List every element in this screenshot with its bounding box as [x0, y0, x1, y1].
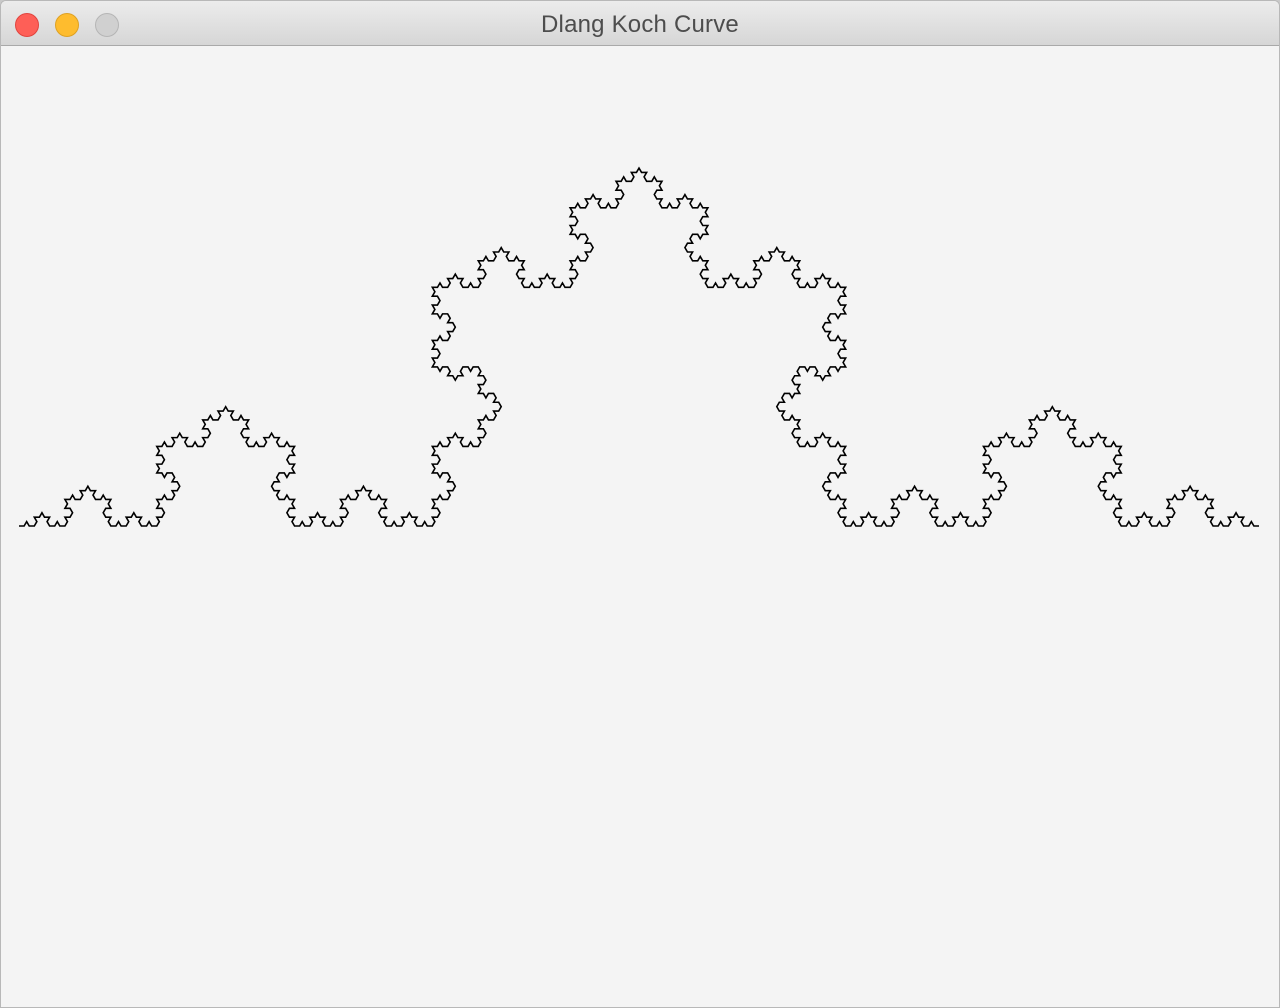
drawing-canvas	[1, 46, 1279, 1007]
app-window: Dlang Koch Curve	[0, 0, 1280, 1008]
window-title: Dlang Koch Curve	[541, 11, 739, 38]
title-bar[interactable]: Dlang Koch Curve	[1, 1, 1279, 46]
koch-curve	[19, 166, 1259, 527]
koch-curve-svg	[19, 166, 1259, 527]
